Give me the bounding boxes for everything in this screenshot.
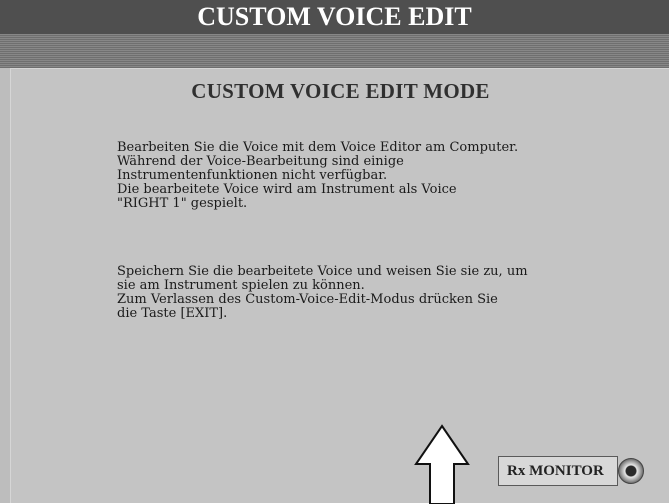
instruction-text-edit: Bearbeiten Sie die Voice mit dem Voice E…	[117, 140, 519, 211]
page-title: CUSTOM VOICE EDIT	[0, 0, 669, 34]
monitor-lamp-icon	[618, 458, 644, 484]
rx-monitor-label: Rx MONITOR	[498, 456, 618, 486]
custom-voice-edit-screen: CUSTOM VOICE EDIT CUSTOM VOICE EDIT MODE…	[0, 0, 669, 504]
mode-title: CUSTOM VOICE EDIT MODE	[191, 79, 490, 103]
up-arrow-icon	[414, 424, 470, 504]
instruction-text-save-exit: Speichern Sie die bearbeitete Voice und …	[117, 264, 528, 321]
header-stripe-bar	[0, 34, 669, 68]
mode-panel: CUSTOM VOICE EDIT MODE Bearbeiten Sie di…	[10, 68, 669, 503]
rx-monitor-indicator: Rx MONITOR	[498, 456, 644, 486]
